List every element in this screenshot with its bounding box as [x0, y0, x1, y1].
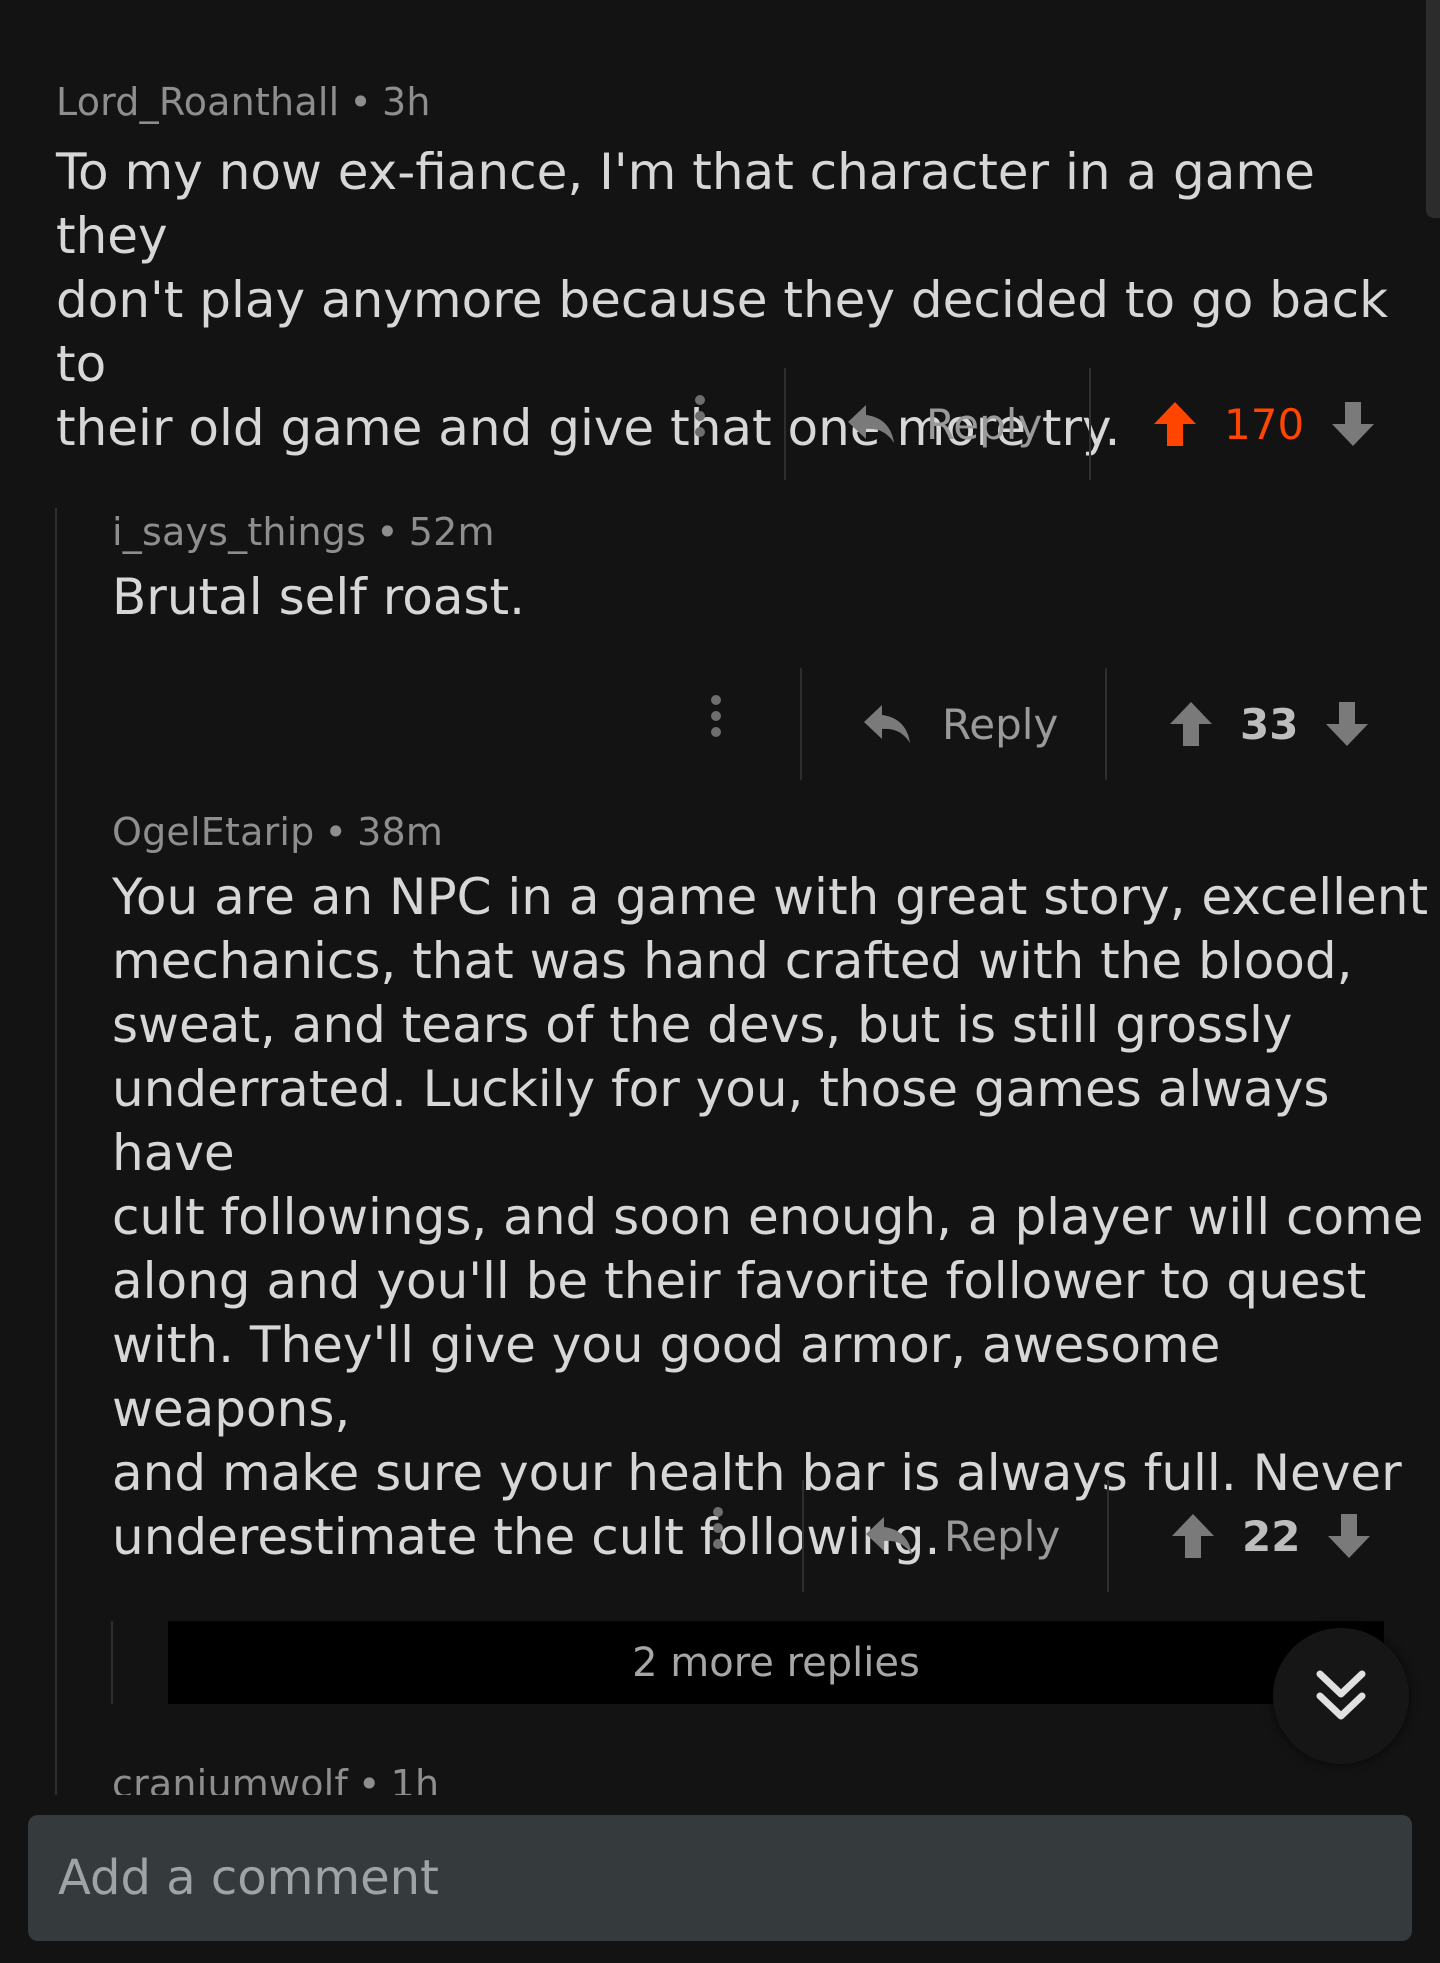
vote-count: 170 [1224, 399, 1305, 449]
downvote-arrow-icon[interactable] [1330, 400, 1376, 448]
more-options-button[interactable] [696, 689, 736, 759]
comment-line: underrated. Luckily for you, those games… [112, 1060, 1330, 1182]
comment-author[interactable]: i_says_things [112, 510, 366, 554]
reply-arrow-icon [864, 705, 910, 743]
double-chevron-down-icon [1316, 1670, 1366, 1720]
comment-meta: OgelEtarip • 38m [112, 810, 443, 854]
vote-controls: 170 [1152, 368, 1376, 480]
comment-line: sweat, and tears of the devs, but is sti… [112, 996, 1293, 1054]
comment-meta: Lord_Roanthall • 3h [56, 80, 431, 124]
reply-arrow-icon [866, 1517, 912, 1555]
upvote-arrow-icon[interactable] [1168, 700, 1214, 748]
reply-label: Reply [944, 1511, 1061, 1561]
comment-time: 38m [357, 810, 444, 854]
reply-label: Reply [926, 399, 1043, 449]
comment-author[interactable]: OgelEtarip [112, 810, 314, 854]
separator-dot: • [376, 510, 399, 554]
downvote-arrow-icon[interactable] [1324, 700, 1370, 748]
more-options-button[interactable] [680, 389, 720, 459]
more-options-button[interactable] [698, 1501, 738, 1571]
comment-body: Brutal self roast. [112, 565, 525, 629]
comment-line: Brutal self roast. [112, 568, 526, 626]
next-comment-button[interactable] [1273, 1628, 1409, 1764]
add-comment-input[interactable]: Add a comment [28, 1815, 1412, 1941]
comment-meta: craniumwolf • 1h [112, 1762, 439, 1795]
vote-count: 22 [1242, 1511, 1301, 1561]
comment-body: You are an NPC in a game with great stor… [112, 865, 1432, 1569]
vote-controls: 33 [1168, 668, 1370, 780]
add-comment-placeholder: Add a comment [58, 1850, 439, 1906]
upvote-arrow-icon[interactable] [1152, 400, 1198, 448]
comment-actions: Reply 22 [0, 1480, 1440, 1592]
comment-actions: Reply 33 [0, 668, 1440, 780]
separator-dot: • [324, 810, 348, 854]
separator-dot: • [349, 80, 372, 124]
comment-composer-bar: Add a comment [0, 1795, 1440, 1963]
comment-line: mechanics, that was hand crafted with th… [112, 932, 1353, 990]
comment-line: along and you'll be their favorite follo… [112, 1252, 1367, 1310]
comment-line: cult followings, and soon enough, a play… [112, 1188, 1424, 1246]
reply-arrow-icon [848, 405, 894, 443]
vote-count: 33 [1240, 699, 1299, 749]
comment-actions: Reply 170 [0, 368, 1440, 480]
vote-controls: 22 [1170, 1480, 1372, 1592]
comment-meta: i_says_things • 52m [112, 510, 495, 554]
comment-author[interactable]: Lord_Roanthall [56, 80, 339, 124]
comment-time: 52m [408, 510, 495, 554]
reply-button[interactable]: Reply [864, 1480, 1060, 1592]
comment-time: 3h [381, 80, 431, 124]
thread-line-nested[interactable] [111, 1621, 113, 1704]
comment-author[interactable]: craniumwolf [112, 1762, 348, 1795]
reply-label: Reply [942, 699, 1059, 749]
comment-line: To my now ex-fiance, I'm that character … [56, 143, 1315, 265]
reply-button[interactable]: Reply [846, 368, 1042, 480]
comment-line: with. They'll give you good armor, aweso… [112, 1316, 1221, 1438]
reply-button[interactable]: Reply [862, 668, 1058, 780]
more-replies-button[interactable]: 2 more replies [168, 1621, 1384, 1704]
more-replies-label: 2 more replies [632, 1639, 920, 1686]
upvote-arrow-icon[interactable] [1170, 1512, 1216, 1560]
downvote-arrow-icon[interactable] [1326, 1512, 1372, 1560]
comment-time: 1h [390, 1762, 440, 1795]
partial-comment: craniumwolf • 1h [0, 1760, 1440, 1795]
separator-dot: • [358, 1762, 381, 1795]
comment-line: You are an NPC in a game with great stor… [112, 868, 1429, 926]
